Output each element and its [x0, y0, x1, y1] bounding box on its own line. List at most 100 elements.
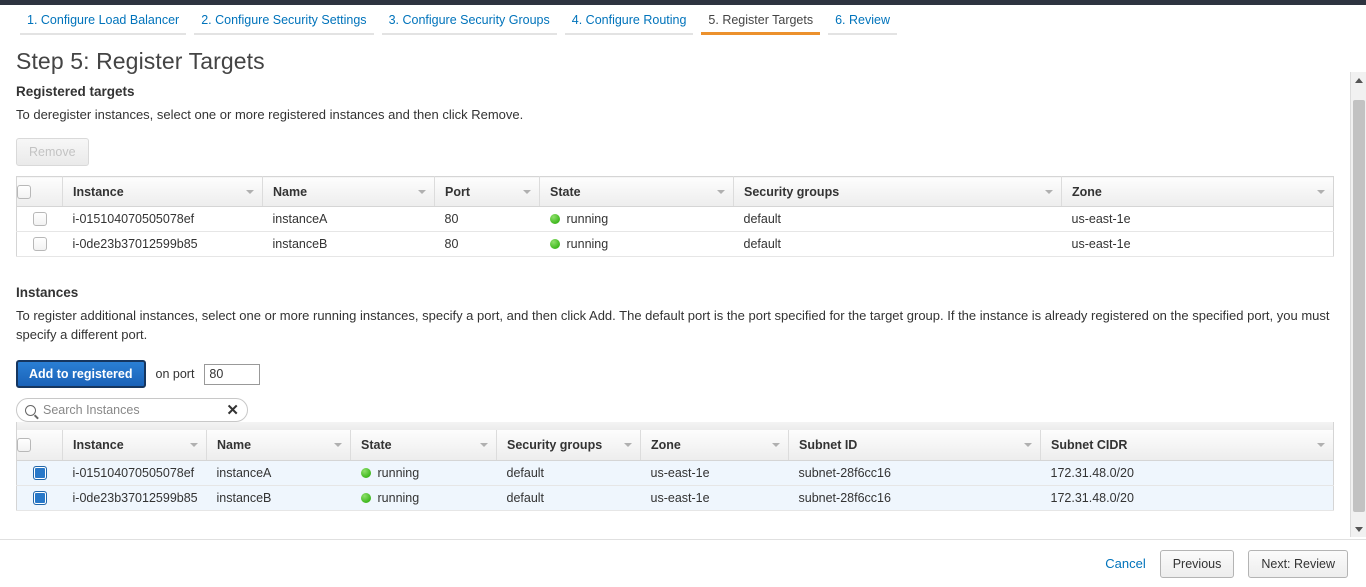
instances-col-zone-label: Zone: [651, 438, 681, 452]
sort-caret-icon[interactable]: [190, 443, 198, 447]
row-select-cell[interactable]: [17, 207, 63, 232]
registered-col-name[interactable]: Name: [263, 177, 435, 207]
instances-description: To register additional instances, select…: [16, 306, 1334, 344]
instances-col-instance[interactable]: Instance: [63, 430, 207, 460]
scroll-down-arrow-icon[interactable]: [1351, 521, 1366, 537]
registered-col-instance[interactable]: Instance: [63, 177, 263, 207]
table-row[interactable]: i-0de23b37012599b85instanceBrunningdefau…: [17, 485, 1334, 510]
instances-col-subnet-cidr[interactable]: Subnet CIDR: [1041, 430, 1334, 460]
instances-col-security-groups-label: Security groups: [507, 438, 602, 452]
registered-targets-description: To deregister instances, select one or m…: [16, 105, 1334, 124]
table-row[interactable]: i-0de23b37012599b85instanceB80runningdef…: [17, 232, 1334, 257]
search-toolbar-strip: [16, 422, 1334, 430]
wizard-tab-label: 4. Configure Routing: [572, 13, 687, 27]
state-label: running: [567, 212, 609, 226]
instances-col-subnet-id[interactable]: Subnet ID: [789, 430, 1041, 460]
row-checkbox[interactable]: [33, 491, 47, 505]
instances-heading: Instances: [16, 285, 1350, 300]
registered-select-all-checkbox[interactable]: [17, 185, 31, 199]
status-dot-icon: [550, 239, 560, 249]
cell-name: instanceB: [263, 232, 435, 257]
wizard-footer: Cancel Previous Next: Review: [0, 539, 1366, 587]
sort-caret-icon[interactable]: [1317, 443, 1325, 447]
registered-col-zone-label: Zone: [1072, 185, 1102, 199]
sort-caret-icon[interactable]: [418, 190, 426, 194]
sort-caret-icon[interactable]: [1024, 443, 1032, 447]
wizard-tab-underline: [701, 32, 820, 35]
page-title: Step 5: Register Targets: [16, 48, 265, 75]
registered-table-header-row: Instance Name Port State Security groups…: [17, 177, 1334, 207]
instances-col-security-groups[interactable]: Security groups: [497, 430, 641, 460]
sort-caret-icon[interactable]: [1317, 190, 1325, 194]
table-row[interactable]: i-015104070505078efinstanceArunningdefau…: [17, 460, 1334, 485]
state-label: running: [378, 491, 420, 505]
sort-caret-icon[interactable]: [772, 443, 780, 447]
instances-col-name[interactable]: Name: [207, 430, 351, 460]
port-input[interactable]: [204, 364, 260, 385]
row-select-cell[interactable]: [17, 232, 63, 257]
cell-zone: us-east-1e: [1062, 207, 1334, 232]
wizard-tab-2[interactable]: 2. Configure Security Settings: [190, 13, 377, 35]
wizard-tab-label: 3. Configure Security Groups: [389, 13, 550, 27]
row-select-cell[interactable]: [17, 485, 63, 510]
sort-caret-icon[interactable]: [480, 443, 488, 447]
page-scrollbar[interactable]: [1350, 72, 1366, 537]
wizard-tab-5[interactable]: 5. Register Targets: [697, 13, 824, 35]
instances-col-subnet-id-label: Subnet ID: [799, 438, 857, 452]
sort-caret-icon[interactable]: [624, 443, 632, 447]
sort-caret-icon[interactable]: [334, 443, 342, 447]
table-row[interactable]: i-015104070505078efinstanceA80runningdef…: [17, 207, 1334, 232]
wizard-tab-4[interactable]: 4. Configure Routing: [561, 13, 698, 35]
row-select-cell[interactable]: [17, 460, 63, 485]
search-instances-box[interactable]: ✕: [16, 398, 248, 422]
instances-col-zone[interactable]: Zone: [641, 430, 789, 460]
cell-security-groups: default: [734, 207, 1062, 232]
row-checkbox[interactable]: [33, 237, 47, 251]
sort-caret-icon[interactable]: [717, 190, 725, 194]
cell-state: running: [351, 485, 497, 510]
cell-zone: us-east-1e: [641, 460, 789, 485]
cell-instance: i-015104070505078ef: [63, 207, 263, 232]
row-checkbox[interactable]: [33, 212, 47, 226]
wizard-tab-1[interactable]: 1. Configure Load Balancer: [16, 13, 190, 35]
scroll-up-arrow-icon[interactable]: [1351, 72, 1366, 88]
cell-instance: i-0de23b37012599b85: [63, 232, 263, 257]
registered-targets-table: Instance Name Port State Security groups…: [16, 176, 1334, 257]
sort-caret-icon[interactable]: [523, 190, 531, 194]
next-review-button[interactable]: Next: Review: [1248, 550, 1348, 578]
scrollbar-thumb[interactable]: [1353, 100, 1365, 512]
wizard-tab-3[interactable]: 3. Configure Security Groups: [378, 13, 561, 35]
cell-state: running: [540, 232, 734, 257]
row-checkbox[interactable]: [33, 466, 47, 480]
clear-search-icon[interactable]: ✕: [226, 403, 239, 418]
cell-subnet-id: subnet-28f6cc16: [789, 485, 1041, 510]
cell-subnet-cidr: 172.31.48.0/20: [1041, 460, 1334, 485]
wizard-tab-label: 2. Configure Security Settings: [201, 13, 366, 27]
cell-instance: i-0de23b37012599b85: [63, 485, 207, 510]
instances-col-subnet-cidr-label: Subnet CIDR: [1051, 438, 1127, 452]
registered-col-security-groups[interactable]: Security groups: [734, 177, 1062, 207]
instances-select-all-cell[interactable]: [17, 430, 63, 460]
wizard-tab-label: 6. Review: [835, 13, 890, 27]
instances-select-all-checkbox[interactable]: [17, 438, 31, 452]
registered-col-security-groups-label: Security groups: [744, 185, 839, 199]
add-to-registered-button[interactable]: Add to registered: [16, 360, 146, 388]
cell-instance: i-015104070505078ef: [63, 460, 207, 485]
instances-table-body: i-015104070505078efinstanceArunningdefau…: [17, 460, 1334, 510]
sort-caret-icon[interactable]: [1045, 190, 1053, 194]
registered-col-zone[interactable]: Zone: [1062, 177, 1334, 207]
remove-button[interactable]: Remove: [16, 138, 89, 166]
previous-button[interactable]: Previous: [1160, 550, 1235, 578]
registered-select-all-cell[interactable]: [17, 177, 63, 207]
registered-col-state[interactable]: State: [540, 177, 734, 207]
search-input[interactable]: [41, 402, 222, 418]
state-label: running: [378, 466, 420, 480]
wizard-tab-6[interactable]: 6. Review: [824, 13, 901, 35]
register-targets-page: 1. Configure Load Balancer 2. Configure S…: [0, 0, 1366, 587]
cell-name: instanceB: [207, 485, 351, 510]
registered-col-port[interactable]: Port: [435, 177, 540, 207]
wizard-tab-underline: [828, 33, 897, 35]
instances-col-state[interactable]: State: [351, 430, 497, 460]
cancel-button[interactable]: Cancel: [1105, 556, 1145, 571]
sort-caret-icon[interactable]: [246, 190, 254, 194]
